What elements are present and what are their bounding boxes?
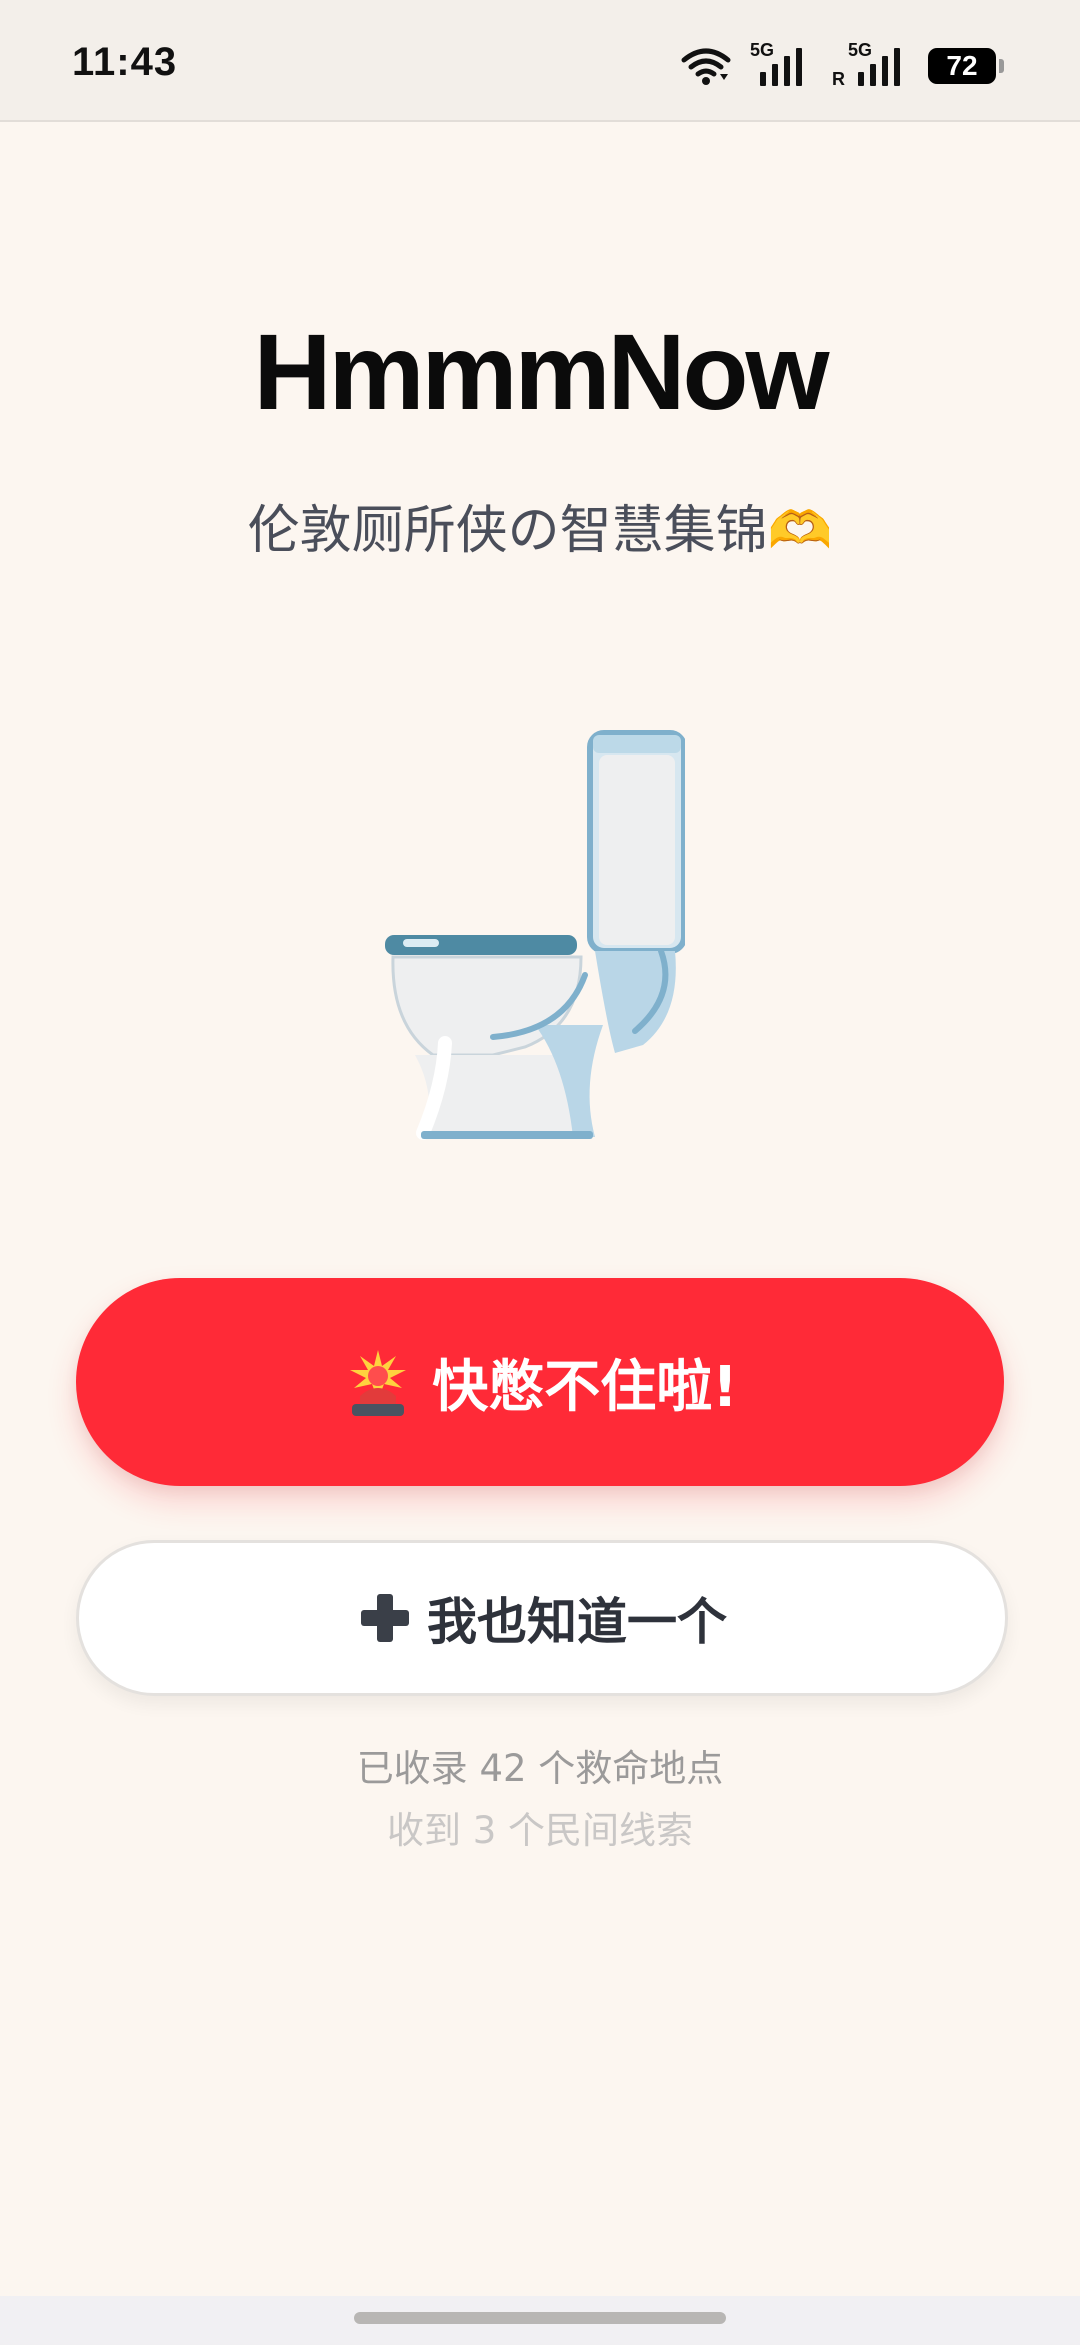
signal-bars-icon (858, 48, 900, 86)
urgent-button-label: 快憋不住啦! (432, 1354, 738, 1420)
app-subtitle: 伦敦厕所侠の智慧集锦🫶 (247, 501, 833, 561)
home-indicator[interactable] (354, 2312, 726, 2324)
status-bar: 11:43 5G R 5G 72 (0, 0, 1080, 122)
roaming-label: R (832, 69, 845, 89)
signal-bars-icon (760, 48, 802, 86)
status-time: 11:43 (72, 40, 178, 84)
toilet-icon (385, 730, 685, 1140)
plus-icon (361, 1594, 409, 1642)
signal-1: 5G (750, 40, 812, 88)
add-location-button[interactable]: 我也知道一个 (76, 1540, 1008, 1696)
app-title: HmmmNow (253, 311, 829, 432)
urgent-button[interactable]: 快憋不住啦! (76, 1278, 1004, 1486)
stats-clues-count: 收到 3 个民间线索 (386, 1809, 694, 1852)
siren-icon (350, 1350, 407, 1416)
add-location-label: 我也知道一个 (427, 1593, 727, 1651)
signal-2: R 5G (832, 40, 910, 89)
status-icons: 5G R 5G 72 (680, 40, 1004, 89)
wifi-icon (681, 48, 731, 85)
stats-locations-count: 已收录 42 个救命地点 (356, 1747, 724, 1790)
battery-indicator: 72 (928, 48, 1004, 84)
